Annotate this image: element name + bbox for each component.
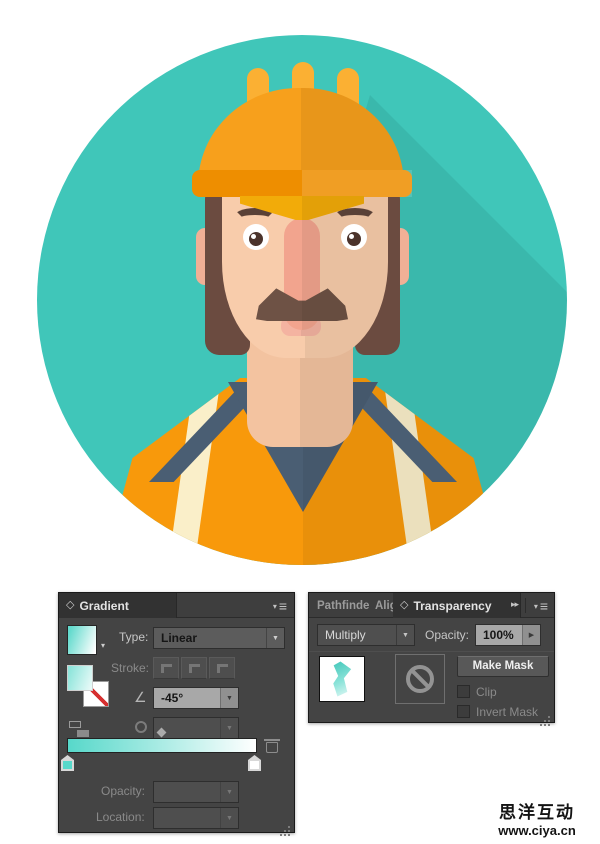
- opacity-label: Opacity:: [101, 784, 145, 798]
- invert-mask-checkbox[interactable]: [457, 705, 470, 718]
- object-thumbnail[interactable]: [319, 656, 365, 702]
- tab-gradient[interactable]: ◇ Gradient: [59, 593, 177, 618]
- watermark-text-cn: 思洋互动: [478, 804, 596, 823]
- dropdown-arrow-icon: ▼: [396, 625, 414, 645]
- transparency-panel-titlebar: Pathfinde Align ◇ Transparency ▸▸ ▾≡: [309, 593, 554, 618]
- iris-right: [347, 232, 361, 246]
- gradient-type-value: Linear: [154, 631, 266, 645]
- gradient-angle-field[interactable]: -45° ▼: [153, 687, 239, 709]
- angle-icon: ∠: [134, 689, 147, 706]
- gradient-type-select[interactable]: Linear ▼: [153, 627, 285, 649]
- gradient-stop-left[interactable]: [61, 755, 74, 771]
- location-label: Location:: [96, 810, 145, 824]
- clip-label: Clip: [476, 685, 497, 699]
- panel-resize-grip[interactable]: [548, 716, 550, 718]
- blend-mode-select[interactable]: Multiply ▼: [317, 624, 415, 646]
- aspect-ratio-select[interactable]: ▼: [153, 717, 239, 739]
- gradient-panel: ◇ Gradient ▾≡ ▾ Type: Linear ▼ Stroke: ∠…: [58, 592, 295, 833]
- gradient-panel-title: Gradient: [79, 599, 128, 613]
- dropdown-arrow-icon: ▼: [266, 628, 284, 648]
- opacity-label: Opacity:: [425, 628, 469, 642]
- helmet-brim: [192, 170, 412, 197]
- panel-menu-icon[interactable]: ▾≡: [273, 599, 287, 613]
- canvas: ◇ Gradient ▾≡ ▾ Type: Linear ▼ Stroke: ∠…: [0, 0, 600, 844]
- stroke-along-button[interactable]: [181, 657, 207, 679]
- divider: [309, 651, 554, 652]
- blend-mode-value: Multiply: [318, 628, 396, 642]
- type-label: Type:: [119, 630, 148, 644]
- watermark-url: www.ciya.cn: [478, 823, 596, 839]
- dropdown-arrow-icon: ▼: [220, 808, 238, 828]
- dropdown-arrow-icon: ▼: [220, 782, 238, 802]
- gradient-stop-right[interactable]: [248, 755, 261, 771]
- eye-highlight: [349, 234, 354, 239]
- mask-thumbnail-empty[interactable]: [395, 654, 445, 704]
- panel-resize-grip[interactable]: [288, 826, 290, 828]
- reverse-gradient-icon[interactable]: [69, 721, 91, 739]
- gradient-fill-swatch[interactable]: [67, 625, 97, 655]
- gradient-angle-value: -45°: [154, 691, 220, 705]
- gradient-panel-titlebar: ◇ Gradient ▾≡: [59, 593, 294, 618]
- opacity-field[interactable]: 100% ▶: [475, 624, 541, 646]
- dropdown-arrow-icon: ▼: [220, 688, 238, 708]
- worker-avatar-illustration: [37, 35, 567, 565]
- aspect-ratio-icon: [135, 721, 147, 733]
- make-mask-button[interactable]: Make Mask: [457, 656, 549, 677]
- stop-location-select[interactable]: ▼: [153, 807, 239, 829]
- transparency-tab-label: Transparency: [413, 599, 491, 613]
- panel-menu-icon[interactable]: ▾≡: [534, 599, 548, 613]
- gradient-slider[interactable]: [67, 738, 257, 753]
- invert-mask-label: Invert Mask: [476, 705, 538, 719]
- delete-stop-icon[interactable]: [266, 742, 278, 753]
- eye-right: [341, 224, 367, 250]
- watermark: 思洋互动 www.ciya.cn: [478, 804, 596, 838]
- tab-transparency[interactable]: ◇ Transparency: [393, 593, 521, 618]
- stop-opacity-select[interactable]: ▼: [153, 781, 239, 803]
- divider: [525, 598, 526, 613]
- opacity-value: 100%: [476, 628, 522, 642]
- tab-pathfinder[interactable]: Pathfinde: [311, 593, 369, 618]
- eye-left: [243, 224, 269, 250]
- clip-checkbox[interactable]: [457, 685, 470, 698]
- panel-cycle-icon: ◇: [400, 600, 408, 611]
- no-mask-icon: [406, 665, 434, 693]
- stroke-label: Stroke:: [111, 661, 149, 675]
- fill-proxy-icon[interactable]: [67, 665, 93, 691]
- tab-overflow-icon[interactable]: ▸▸: [511, 599, 518, 610]
- iris-left: [249, 232, 263, 246]
- panel-cycle-icon: ◇: [66, 600, 74, 611]
- gradient-swatch-dropdown-icon[interactable]: ▾: [101, 641, 105, 650]
- transparency-panel: Pathfinde Align ◇ Transparency ▸▸ ▾≡ Mul…: [308, 592, 555, 723]
- spinner-arrow-icon[interactable]: ▶: [522, 625, 540, 645]
- stroke-within-button[interactable]: [153, 657, 179, 679]
- stroke-across-button[interactable]: [209, 657, 235, 679]
- eye-highlight: [251, 234, 256, 239]
- dropdown-arrow-icon: ▼: [220, 718, 238, 738]
